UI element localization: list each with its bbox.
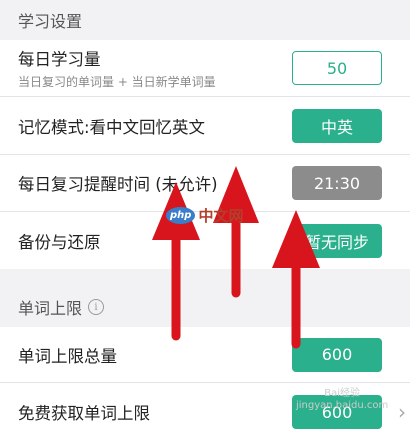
row-memory-mode[interactable]: 记忆模式:看中文回忆英文 中英	[0, 97, 410, 155]
section-title-study: 学习设置	[18, 12, 83, 31]
row-limit-total[interactable]: 单词上限总量 600	[0, 327, 410, 383]
memory-mode-title: 记忆模式:看中文回忆英文	[18, 117, 206, 137]
limit-total-title: 单词上限总量	[18, 346, 117, 366]
daily-amount-title: 每日学习量	[18, 50, 101, 69]
memory-mode-button[interactable]: 中英	[292, 108, 382, 143]
row-daily-amount[interactable]: 每日学习量 当日复习的单词量 + 当日新学单词量 50	[0, 40, 410, 97]
free-limit-title: 免费获取单词上限	[18, 404, 150, 423]
daily-amount-text: 每日学习量 当日复习的单词量 + 当日新学单词量	[18, 46, 216, 90]
section-header-study: 学习设置	[0, 0, 410, 40]
section-title-limit: 单词上限	[18, 299, 83, 318]
backup-title: 备份与还原	[18, 232, 101, 252]
review-reminder-title: 每日复习提醒时间 (未允许)	[18, 175, 218, 194]
free-limit-button[interactable]: 600	[292, 395, 382, 429]
learning-settings-screen: 学习设置 每日学习量 当日复习的单词量 + 当日新学单词量 50 记忆模式:看中…	[0, 0, 410, 430]
row-backup[interactable]: 备份与还原 暂无同步	[0, 212, 410, 269]
review-reminder-time-button[interactable]: 21:30	[292, 166, 382, 200]
daily-amount-button[interactable]: 50	[292, 51, 382, 85]
row-review-reminder[interactable]: 每日复习提醒时间 (未允许) 21:30	[0, 155, 410, 212]
backup-sync-button[interactable]: 暂无同步	[292, 223, 382, 258]
row-free-limit[interactable]: 免费获取单词上限 600 ›	[0, 383, 410, 430]
daily-amount-subtitle: 当日复习的单词量 + 当日新学单词量	[18, 75, 216, 89]
info-icon[interactable]: i	[88, 299, 105, 315]
limit-total-button[interactable]: 600	[292, 337, 382, 372]
chevron-right-icon: ›	[398, 400, 406, 424]
section-header-limit: 单词上限 i	[0, 269, 410, 327]
